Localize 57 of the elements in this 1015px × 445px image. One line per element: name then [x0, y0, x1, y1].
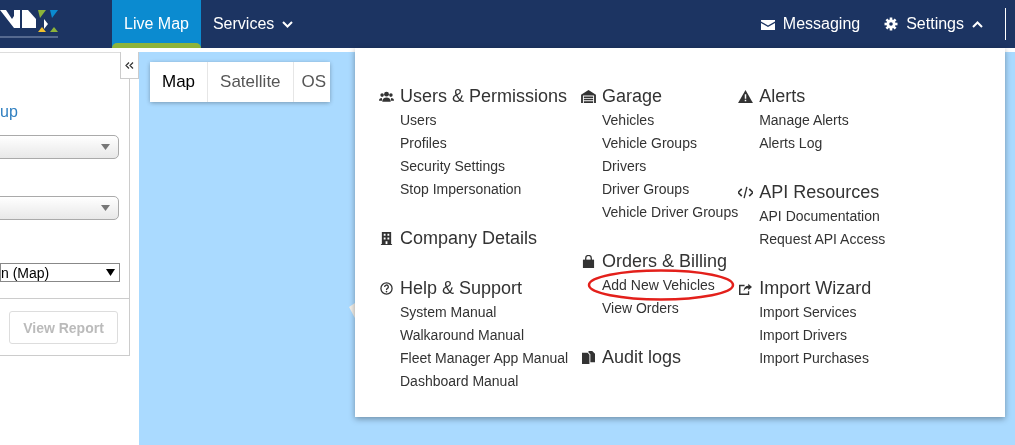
- shopping-bag-icon: [581, 254, 596, 268]
- menu-link[interactable]: Request API Access: [759, 228, 886, 251]
- menu-link[interactable]: Dashboard Manual: [400, 370, 519, 393]
- section-heading: Audit logs: [602, 346, 682, 368]
- dropdown-field[interactable]: [0, 135, 119, 159]
- nav-link[interactable]: Services: [200, 0, 306, 48]
- menu-link[interactable]: Users: [400, 109, 437, 132]
- menu-link[interactable]: Fleet Manager App Manual: [400, 347, 569, 370]
- menu-link[interactable]: Walkaround Manual: [400, 324, 524, 347]
- menu-link[interactable]: View Orders: [602, 297, 679, 320]
- envelope-icon: [760, 18, 775, 30]
- users-icon: [379, 89, 394, 103]
- share-icon: [738, 281, 754, 295]
- copy-icon: [581, 350, 596, 364]
- section-heading: Company Details: [400, 227, 538, 249]
- section-heading: Alerts: [759, 85, 806, 107]
- section-heading: API Resources: [759, 181, 880, 203]
- section-heading: Orders & Billing: [602, 250, 728, 272]
- caret-down-icon: [101, 205, 110, 211]
- menu-link[interactable]: Import Drivers: [759, 324, 848, 347]
- menu-link[interactable]: Security Settings: [400, 155, 506, 178]
- section-heading: Users & Permissions: [400, 85, 568, 107]
- menu-link[interactable]: Vehicles: [602, 109, 655, 132]
- nav-link[interactable]: Messaging: [748, 0, 873, 48]
- menu-link[interactable]: Import Services: [759, 301, 857, 324]
- question-circle-icon: [379, 281, 394, 295]
- menu-link[interactable]: Import Purchases: [759, 347, 869, 370]
- collapse-button[interactable]: [120, 52, 139, 79]
- menu-link[interactable]: Alerts Log: [759, 132, 823, 155]
- menu-link[interactable]: Driver Groups: [602, 178, 690, 201]
- double-chevron-left-icon: [125, 61, 134, 69]
- caret-down-icon: [101, 144, 110, 150]
- section-heading: Import Wizard: [759, 277, 872, 299]
- nav-link[interactable]: Settings: [872, 0, 995, 48]
- report-type-select[interactable]: n (Map): [0, 263, 120, 282]
- menu-link[interactable]: Vehicle Groups: [602, 132, 697, 155]
- building-icon: [379, 231, 394, 245]
- field-label: up: [0, 102, 19, 122]
- menu-link[interactable]: Drivers: [602, 155, 647, 178]
- map-type-tab[interactable]: Map: [150, 62, 209, 102]
- map-type-tab[interactable]: OS: [293, 62, 331, 102]
- menu-link[interactable]: Manage Alerts: [759, 109, 849, 132]
- map-type-tab[interactable]: Satellite: [208, 62, 294, 102]
- garage-icon: [581, 89, 596, 103]
- menu-link[interactable]: System Manual: [400, 301, 497, 324]
- section-heading: Help & Support: [400, 277, 523, 299]
- warning-icon: [738, 89, 754, 103]
- code-icon: [738, 185, 754, 199]
- caret-down-icon: [106, 269, 115, 276]
- menu-link[interactable]: Profiles: [400, 132, 447, 155]
- dropdown-field[interactable]: [0, 196, 119, 220]
- section-heading: Garage: [602, 85, 663, 107]
- nav-link[interactable]: Live Map: [112, 0, 201, 48]
- menu-link[interactable]: API Documentation: [759, 205, 880, 228]
- menu-link[interactable]: Vehicle Driver Groups: [602, 201, 739, 224]
- menu-link[interactable]: Stop Impersonation: [400, 178, 522, 201]
- settings-icon: [884, 17, 899, 31]
